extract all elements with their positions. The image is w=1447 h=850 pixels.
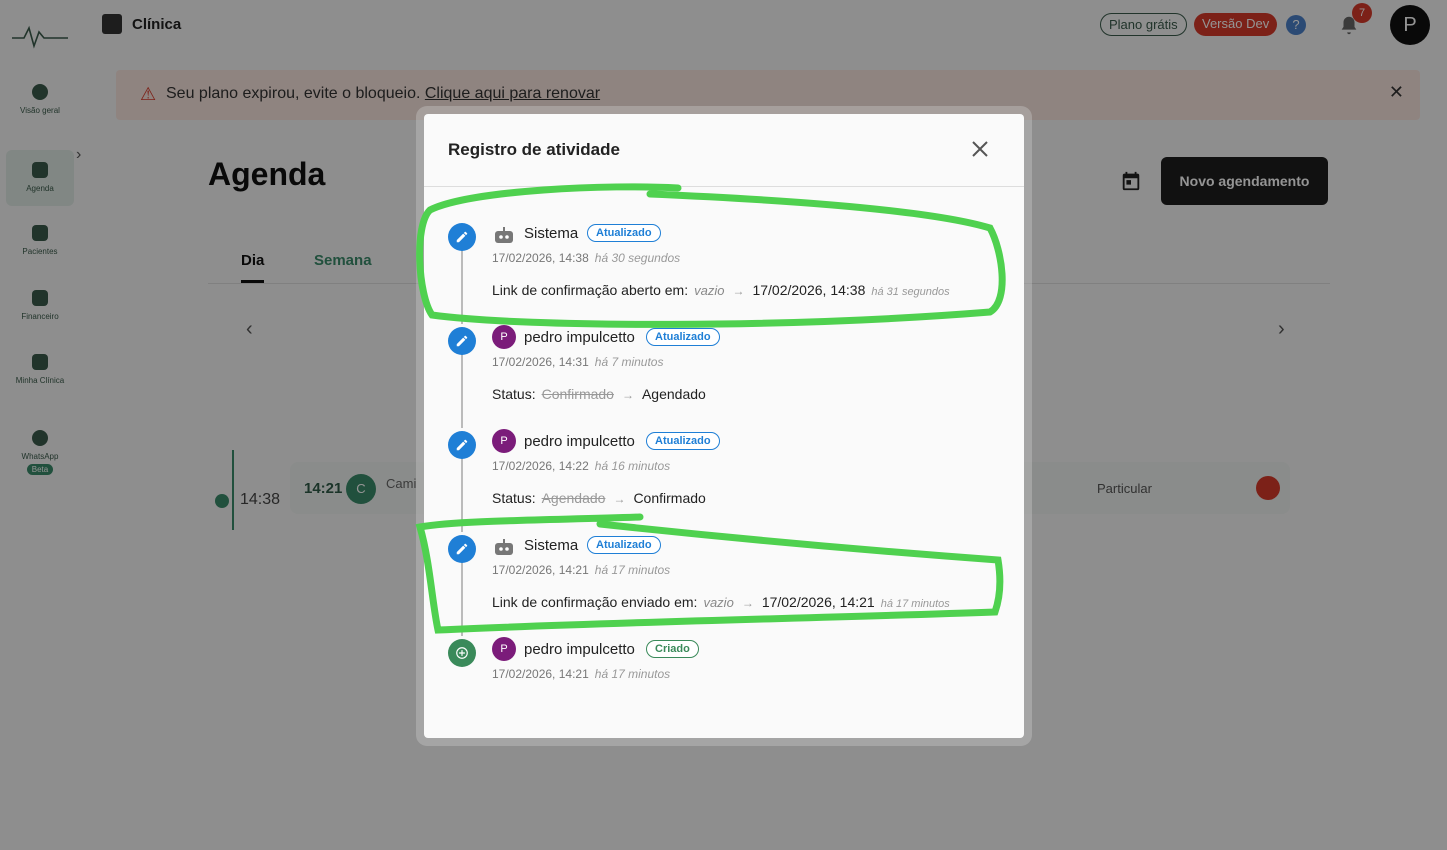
change-old-value: Confirmado — [541, 386, 614, 402]
entry-timestamp: 17/02/2026, 14:38 há 30 segundos — [492, 251, 680, 265]
close-icon[interactable] — [970, 139, 990, 159]
pencil-icon — [448, 535, 476, 563]
arrow-right-icon: → — [741, 596, 754, 610]
timestamp-value: 17/02/2026, 14:31 — [492, 355, 589, 369]
actor-name: pedro impulcetto — [524, 433, 635, 450]
change-new-relative: há 31 segundos — [871, 286, 950, 298]
change-field: Status: — [492, 386, 536, 402]
status-badge: Atualizado — [587, 224, 661, 242]
entry-timestamp: 17/02/2026, 14:21 há 17 minutos — [492, 667, 670, 681]
timestamp-relative: há 16 minutos — [594, 459, 671, 473]
change-new-value: Agendado — [641, 386, 706, 402]
change-new-value: 17/02/2026, 14:38 — [752, 282, 866, 298]
timestamp-relative: há 17 minutos — [594, 667, 671, 681]
change-new-relative: há 17 minutos — [880, 598, 950, 610]
change-field: Status: — [492, 490, 536, 506]
entry-timestamp: 17/02/2026, 14:31 há 7 minutos — [492, 355, 663, 369]
change-new-value: 17/02/2026, 14:21 — [761, 594, 875, 610]
pencil-icon — [448, 223, 476, 251]
change-field: Link de confirmação enviado em: — [492, 594, 698, 610]
avatar: P — [492, 429, 516, 453]
change-new-value: Confirmado — [633, 490, 706, 506]
actor-name: pedro impulcetto — [524, 329, 635, 346]
change-old-value: vazio — [703, 595, 734, 610]
timestamp-relative: há 17 minutos — [594, 563, 671, 577]
timeline-rail — [461, 354, 463, 428]
change-old-value: Agendado — [541, 490, 606, 506]
avatar: P — [492, 637, 516, 661]
timestamp-relative: há 30 segundos — [594, 251, 681, 265]
modal-header: Registro de atividade — [424, 114, 1024, 187]
actor-name: Sistema — [524, 537, 579, 554]
arrow-right-icon: → — [621, 388, 634, 402]
avatar: P — [492, 325, 516, 349]
timestamp-relative: há 7 minutos — [594, 355, 664, 369]
modal-title: Registro de atividade — [448, 140, 620, 159]
status-badge: Atualizado — [646, 432, 720, 450]
change-line: Link de confirmação aberto em: vazio → 17/0… — [492, 282, 950, 298]
status-badge: Atualizado — [646, 328, 720, 346]
timestamp-value: 17/02/2026, 14:22 — [492, 459, 589, 473]
timestamp-value: 17/02/2026, 14:21 — [492, 563, 589, 577]
actor-name: Sistema — [524, 225, 579, 242]
plus-circle-icon — [448, 639, 476, 667]
change-line: Status: Confirmado → Agendado — [492, 386, 706, 402]
change-field: Link de confirmação aberto em: — [492, 282, 689, 298]
actor-name: pedro impulcetto — [524, 641, 635, 658]
robot-icon — [495, 227, 513, 243]
change-line: Link de confirmação enviado em: vazio → 17/… — [492, 594, 950, 610]
robot-icon — [495, 539, 513, 555]
status-badge: Atualizado — [587, 536, 661, 554]
pencil-icon — [448, 431, 476, 459]
timeline-rail — [461, 458, 463, 532]
pencil-icon — [448, 327, 476, 355]
arrow-right-icon: → — [732, 284, 745, 298]
activity-log-modal: Registro de atividade Sistema Atualizado… — [424, 114, 1024, 738]
timestamp-value: 17/02/2026, 14:21 — [492, 667, 589, 681]
entry-timestamp: 17/02/2026, 14:21 há 17 minutos — [492, 563, 670, 577]
arrow-right-icon: → — [613, 492, 626, 506]
timeline-rail — [461, 562, 463, 636]
change-line: Status: Agendado → Confirmado — [492, 490, 706, 506]
status-badge: Criado — [646, 640, 699, 658]
change-old-value: vazio — [694, 283, 725, 298]
entry-timestamp: 17/02/2026, 14:22 há 16 minutos — [492, 459, 670, 473]
timestamp-value: 17/02/2026, 14:38 — [492, 251, 589, 265]
timeline-rail — [461, 250, 463, 324]
